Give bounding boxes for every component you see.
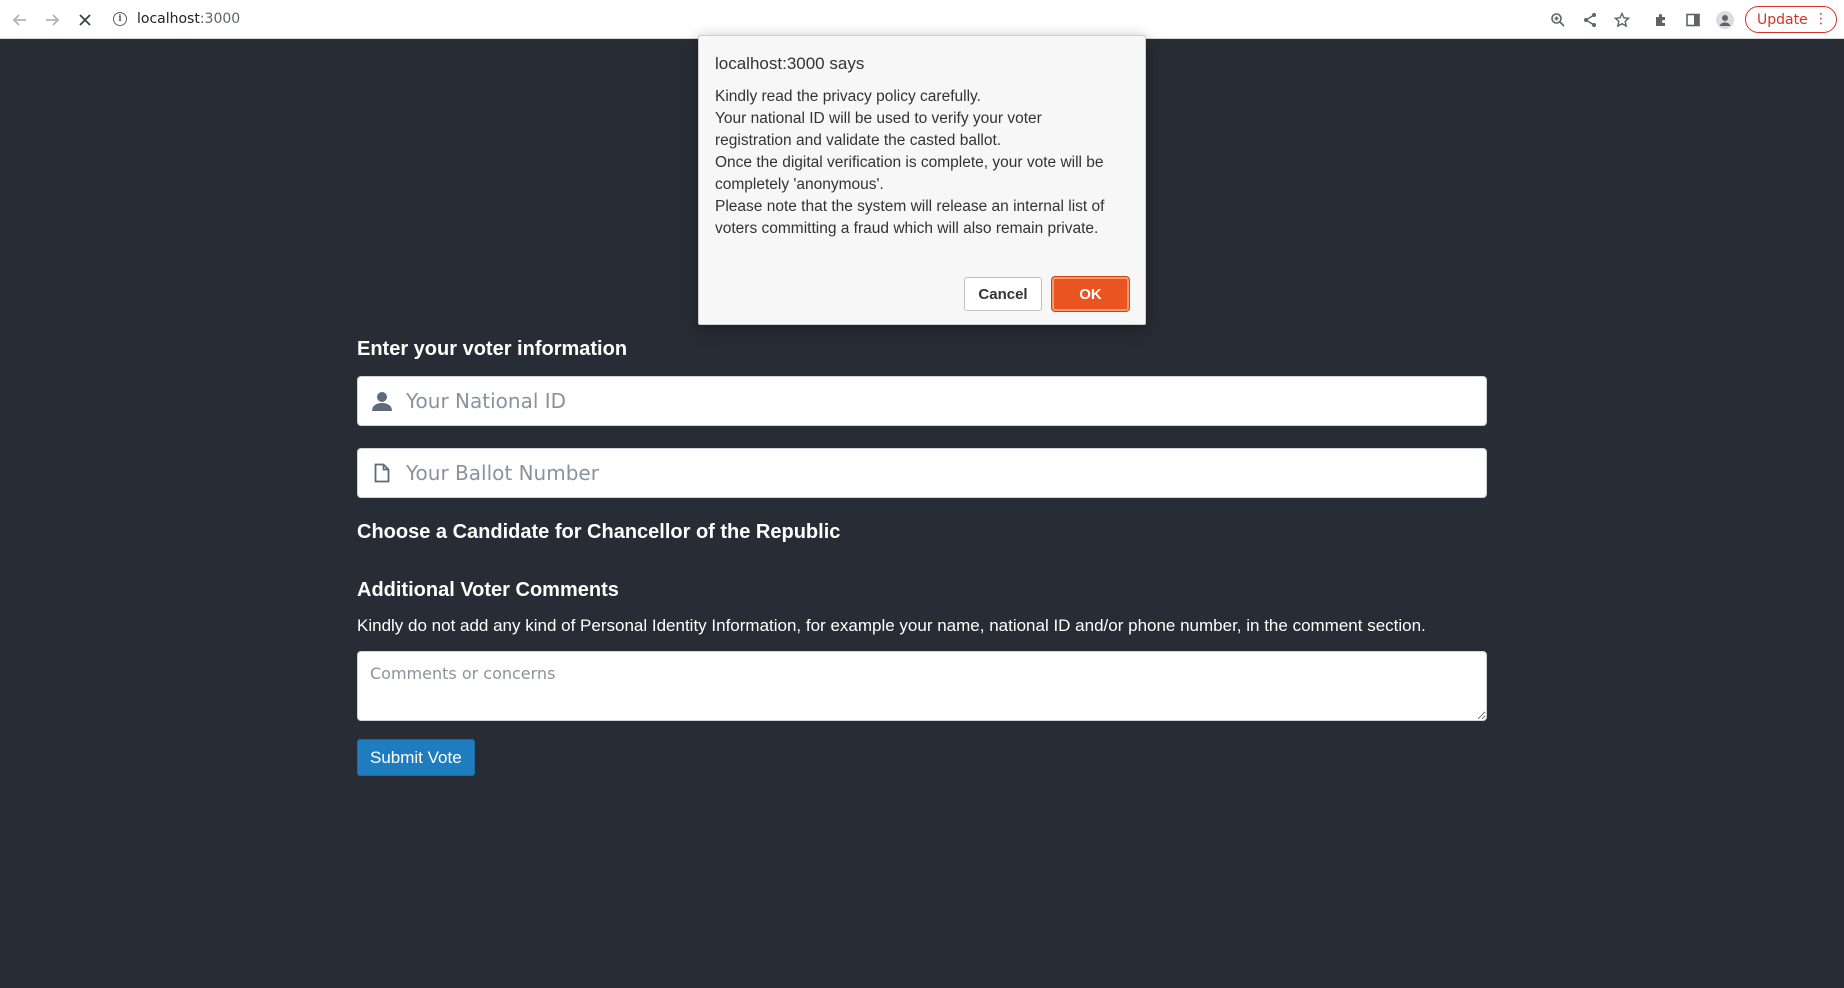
dialog-line: Please note that the system will release… bbox=[715, 198, 1105, 215]
zoom-icon[interactable] bbox=[1545, 7, 1571, 33]
dialog-message: Kindly read the privacy policy carefully… bbox=[715, 86, 1135, 240]
forward-arrow-icon[interactable] bbox=[39, 7, 65, 33]
ballot-number-input[interactable] bbox=[406, 450, 1486, 496]
address-bar[interactable]: i localhost:3000 bbox=[113, 8, 240, 30]
submit-vote-button[interactable]: Submit Vote bbox=[357, 739, 475, 776]
dialog-cancel-button[interactable]: Cancel bbox=[964, 277, 1042, 311]
dialog-line: completely 'anonymous'. bbox=[715, 176, 884, 193]
dialog-ok-button[interactable]: OK bbox=[1052, 277, 1129, 311]
url-host: localhost bbox=[137, 11, 200, 27]
side-panel-icon[interactable] bbox=[1680, 7, 1706, 33]
url-port: :3000 bbox=[199, 11, 241, 27]
ballot-number-field[interactable] bbox=[357, 448, 1487, 498]
national-id-field[interactable] bbox=[357, 376, 1487, 426]
dialog-line: registration and validate the casted bal… bbox=[715, 132, 1002, 149]
more-menu-icon[interactable]: ⋮ bbox=[1814, 11, 1828, 27]
user-icon bbox=[358, 377, 406, 425]
stop-loading-icon[interactable] bbox=[72, 7, 98, 33]
dialog-line: voters committing a fraud which will als… bbox=[715, 220, 1099, 237]
browser-toolbar: i localhost:3000 Update ⋮ bbox=[0, 0, 1844, 39]
voter-info-heading: Enter your voter information bbox=[357, 338, 628, 360]
dialog-title: localhost:3000 says bbox=[715, 54, 865, 73]
update-button[interactable]: Update ⋮ bbox=[1745, 6, 1837, 33]
candidate-heading: Choose a Candidate for Chancellor of the… bbox=[357, 521, 841, 543]
document-icon bbox=[358, 449, 406, 497]
dialog-line: Once the digital verification is complet… bbox=[715, 154, 1104, 171]
national-id-input[interactable] bbox=[406, 378, 1486, 424]
comments-note: Kindly do not add any kind of Personal I… bbox=[357, 616, 1426, 635]
share-icon[interactable] bbox=[1577, 7, 1603, 33]
dialog-line: Your national ID will be used to verify … bbox=[715, 110, 1042, 127]
dialog-line: Kindly read the privacy policy carefully… bbox=[715, 88, 981, 105]
info-icon[interactable]: i bbox=[113, 12, 127, 26]
extensions-puzzle-icon[interactable] bbox=[1648, 7, 1674, 33]
back-arrow-icon[interactable] bbox=[7, 7, 33, 33]
confirm-dialog: localhost:3000 says Kindly read the priv… bbox=[698, 35, 1146, 325]
comments-heading: Additional Voter Comments bbox=[357, 579, 619, 601]
comments-textarea[interactable] bbox=[357, 651, 1487, 721]
bookmark-star-icon[interactable] bbox=[1609, 7, 1635, 33]
profile-avatar-icon[interactable] bbox=[1712, 7, 1738, 33]
update-label: Update bbox=[1757, 11, 1808, 28]
